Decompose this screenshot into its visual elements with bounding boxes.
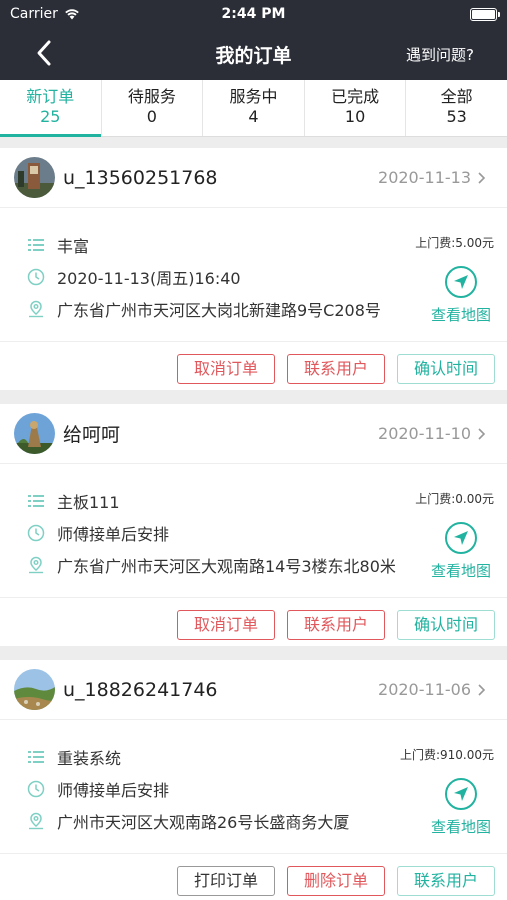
service-name: 主板111 (57, 493, 120, 512)
tab-completed[interactable]: 已完成 10 (305, 80, 407, 136)
service-name: 重装系统 (57, 749, 122, 768)
order-card: u_18826241746 2020-11-06 重装系统 上门费:910.00… (0, 660, 507, 900)
service-address: 广州市天河区大观南路26号长盛商务大厦 (57, 813, 350, 832)
tab-count: 25 (40, 107, 61, 126)
service-time: 师傅接单后安排 (57, 781, 170, 800)
cancel-order-button[interactable]: 取消订单 (177, 354, 275, 384)
chevron-right-icon (478, 428, 486, 440)
tab-label: 服务中 (229, 87, 278, 106)
help-link[interactable]: 遇到问题? (406, 44, 474, 65)
list-icon (28, 495, 44, 507)
view-map-label: 查看地图 (430, 562, 491, 580)
tab-pending-service[interactable]: 待服务 0 (102, 80, 204, 136)
location-pin-icon (29, 556, 43, 574)
view-map-button[interactable]: 查看地图 (428, 778, 494, 837)
view-map-label: 查看地图 (430, 818, 491, 836)
service-row: 主板111 (27, 489, 120, 513)
confirm-time-button[interactable]: 确认时间 (397, 610, 495, 640)
chevron-right-icon (478, 172, 486, 184)
avatar (14, 669, 55, 710)
order-header[interactable]: 给呵呵 2020-11-10 (0, 404, 507, 464)
address-row: 广州市天河区大观南路26号长盛商务大厦 (27, 809, 349, 833)
tab-count: 0 (146, 107, 157, 126)
order-details: 主板111 上门费:0.00元 师傅接单后安排 广东省广州市天河区大观南路14号… (0, 464, 507, 598)
address-row: 广东省广州市天河区大观南路14号3楼东北80米 (27, 553, 396, 577)
cancel-order-button[interactable]: 取消订单 (177, 610, 275, 640)
clock-icon (27, 268, 45, 286)
order-details: 丰富 上门费:5.00元 2020-11-13(周五)16:40 广东省广州市天… (0, 208, 507, 342)
customer-name: 给呵呵 (63, 424, 121, 446)
avatar (14, 157, 55, 198)
navigation-bar: 我的订单 遇到问题? (0, 28, 507, 80)
service-row: 丰富 (27, 233, 89, 257)
customer-name: u_13560251768 (63, 166, 218, 189)
service-address: 广东省广州市天河区大岗北新建路9号C208号 (57, 301, 381, 320)
tab-label: 新订单 (26, 87, 75, 106)
address-row: 广东省广州市天河区大岗北新建路9号C208号 (27, 297, 381, 321)
order-date: 2020-11-06 (378, 680, 471, 699)
order-details: 重装系统 上门费:910.00元 师傅接单后安排 广州市天河区大观南路26号长盛… (0, 720, 507, 854)
order-status-tabs: 新订单 25 待服务 0 服务中 4 已完成 10 全部 53 (0, 80, 507, 137)
visit-fee: 上门费:910.00元 (399, 748, 494, 762)
clock-icon (27, 524, 45, 542)
visit-fee: 上门费:0.00元 (415, 492, 494, 506)
contact-user-button[interactable]: 联系用户 (287, 610, 385, 640)
print-order-button[interactable]: 打印订单 (177, 866, 275, 896)
order-card: 给呵呵 2020-11-10 主板111 上门费:0.00元 师傅接单后安排 广… (0, 404, 507, 646)
customer-name: u_18826241746 (63, 678, 218, 701)
chevron-right-icon (478, 684, 486, 696)
tab-label: 待服务 (127, 87, 176, 106)
clock-icon (27, 780, 45, 798)
order-actions: 取消订单 联系用户 确认时间 (0, 342, 507, 390)
navigation-arrow-icon (454, 275, 468, 289)
service-name: 丰富 (57, 237, 90, 256)
order-header[interactable]: u_13560251768 2020-11-13 (0, 148, 507, 208)
list-icon (28, 239, 44, 251)
time-row: 2020-11-13(周五)16:40 (27, 265, 241, 289)
battery-icon (470, 7, 500, 21)
tab-label: 已完成 (331, 87, 380, 106)
service-time: 2020-11-13(周五)16:40 (57, 269, 241, 288)
view-map-label: 查看地图 (430, 306, 491, 324)
location-pin-icon (29, 300, 43, 318)
location-pin-icon (29, 812, 43, 830)
tab-count: 4 (248, 107, 259, 126)
order-actions: 取消订单 联系用户 确认时间 (0, 598, 507, 646)
tab-count: 10 (344, 107, 366, 126)
confirm-time-button[interactable]: 确认时间 (397, 354, 495, 384)
visit-fee: 上门费:5.00元 (415, 236, 494, 250)
view-map-button[interactable]: 查看地图 (428, 266, 494, 325)
order-card: u_13560251768 2020-11-13 丰富 上门费:5.00元 20… (0, 148, 507, 390)
order-date: 2020-11-10 (378, 424, 471, 443)
order-header[interactable]: u_18826241746 2020-11-06 (0, 660, 507, 720)
time-row: 师傅接单后安排 (27, 777, 169, 801)
contact-user-button[interactable]: 联系用户 (287, 354, 385, 384)
tab-count: 53 (446, 107, 467, 126)
status-bar: Carrier 2:44 PM (0, 0, 507, 28)
contact-user-button[interactable]: 联系用户 (397, 866, 495, 896)
wifi-icon (65, 9, 79, 20)
tab-label: 全部 (440, 87, 473, 106)
navigation-arrow-icon (454, 787, 468, 801)
avatar (14, 413, 55, 454)
navigation-arrow-icon (454, 531, 468, 545)
service-time: 师傅接单后安排 (57, 525, 170, 544)
service-row: 重装系统 (27, 745, 121, 769)
service-address: 广东省广州市天河区大观南路14号3楼东北80米 (57, 557, 396, 576)
view-map-button[interactable]: 查看地图 (428, 522, 494, 581)
list-icon (28, 751, 44, 763)
tab-all[interactable]: 全部 53 (406, 80, 507, 136)
time-row: 师傅接单后安排 (27, 521, 169, 545)
tab-new-orders[interactable]: 新订单 25 (0, 80, 102, 137)
delete-order-button[interactable]: 删除订单 (287, 866, 385, 896)
tab-in-service[interactable]: 服务中 4 (203, 80, 305, 136)
carrier-label: Carrier (10, 6, 58, 22)
order-date: 2020-11-13 (378, 168, 471, 187)
order-actions: 打印订单 删除订单 联系用户 (0, 854, 507, 900)
